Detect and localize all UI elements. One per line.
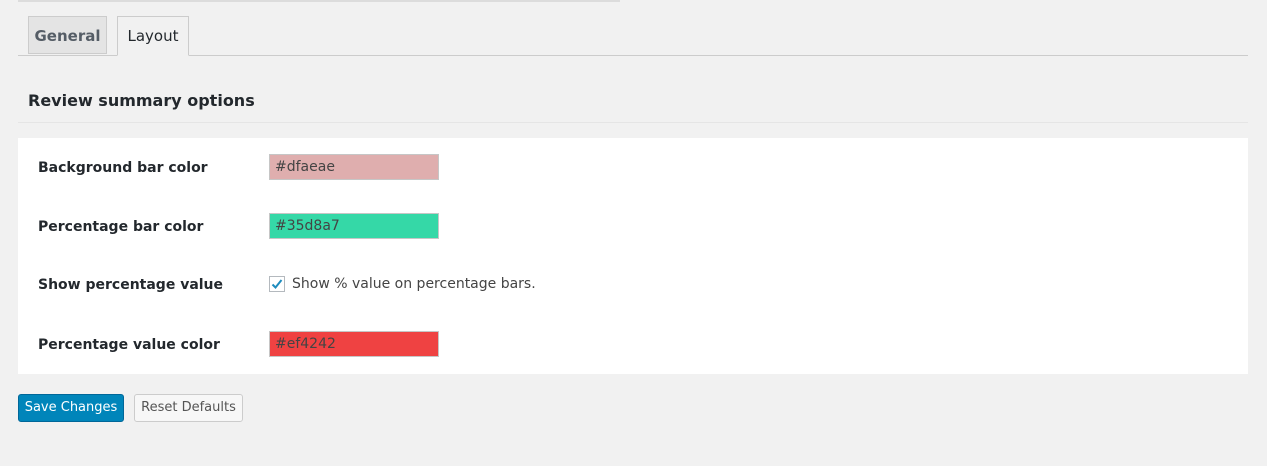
background-bar-color-label: Background bar color: [38, 160, 208, 176]
percentage-value-color-label: Percentage value color: [38, 337, 220, 353]
tab-general[interactable]: General: [28, 16, 107, 54]
percentage-bar-color-input[interactable]: #35d8a7: [269, 213, 439, 239]
section-divider: [18, 122, 1248, 123]
percentage-value-color-input[interactable]: #ef4242: [269, 331, 439, 357]
settings-tabs: General Layout: [18, 16, 1248, 56]
section-title: Review summary options: [28, 91, 255, 110]
show-percentage-checkbox[interactable]: [269, 276, 285, 292]
top-divider: [18, 0, 620, 2]
options-panel: Background bar color #dfaeae Percentage …: [18, 138, 1248, 374]
reset-defaults-button[interactable]: Reset Defaults: [134, 394, 243, 422]
show-percentage-value-label: Show percentage value: [38, 277, 224, 293]
show-percentage-checkbox-label[interactable]: Show % value on percentage bars.: [292, 274, 536, 294]
tab-layout[interactable]: Layout: [117, 16, 189, 56]
background-bar-color-input[interactable]: #dfaeae: [269, 154, 439, 180]
percentage-bar-color-label: Percentage bar color: [38, 219, 204, 235]
checkmark-icon: [271, 279, 283, 289]
save-changes-button[interactable]: Save Changes: [18, 394, 124, 422]
